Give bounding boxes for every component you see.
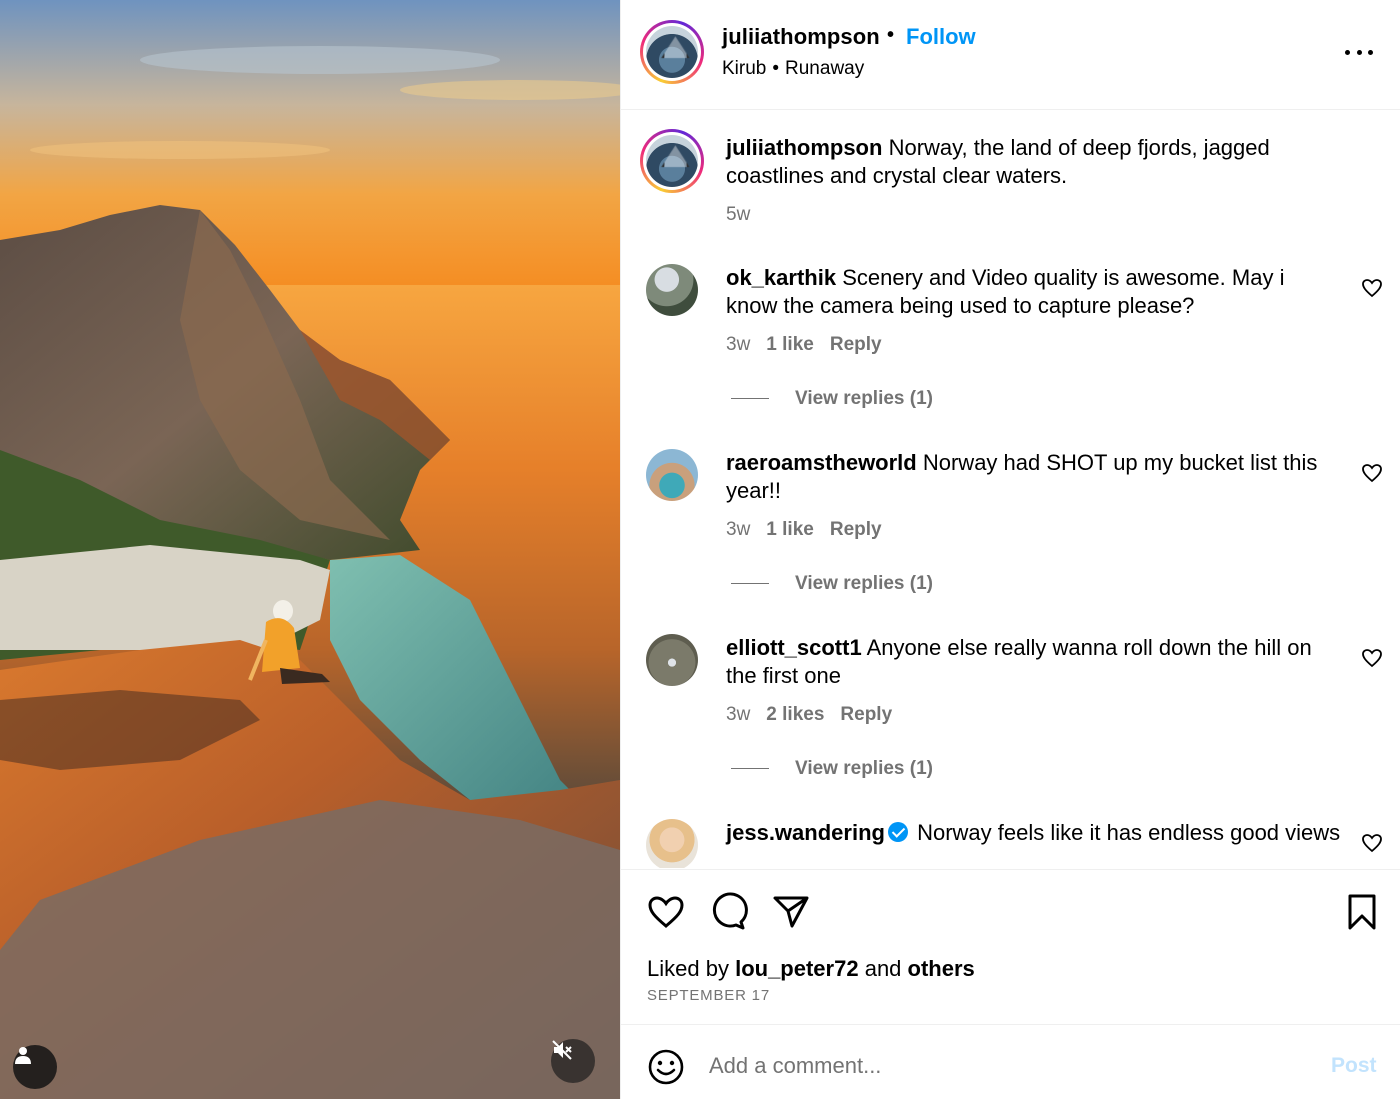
reply-button[interactable]: Reply: [840, 704, 892, 725]
more-icon-dot: [1368, 49, 1373, 55]
audio-track[interactable]: Runaway: [785, 58, 864, 79]
post-actions-bar: Liked by lou_peter72 and others SEPTEMBE…: [621, 869, 1400, 1025]
post-video[interactable]: [0, 0, 620, 1099]
audio-artist[interactable]: Kirub: [722, 58, 766, 79]
reply-button[interactable]: Reply: [830, 334, 882, 355]
owner-username[interactable]: juliiathompson: [722, 24, 880, 50]
comment-text: jess.wandering Norway feels like it has …: [726, 819, 1341, 847]
comment-icon[interactable]: [708, 892, 748, 932]
user-tag-icon: [15, 1047, 31, 1064]
liked-by-prefix: Liked by: [647, 956, 729, 981]
comment-avatar[interactable]: [646, 634, 698, 686]
comment-text: raeroamstheworld Norway had SHOT up my b…: [726, 449, 1341, 505]
like-comment-heart-icon[interactable]: [1360, 276, 1384, 300]
view-replies-button[interactable]: View replies (1): [731, 388, 933, 410]
reply-button[interactable]: Reply: [830, 519, 882, 540]
caption-meta: 5w: [726, 204, 766, 226]
view-replies-label: View replies (1): [795, 573, 933, 594]
tagged-users-button[interactable]: [13, 1045, 57, 1089]
comment-username[interactable]: elliott_scott1: [726, 635, 862, 660]
liked-by-and: and: [864, 956, 902, 981]
comment-text: ok_karthik Scenery and Video quality is …: [726, 264, 1341, 320]
audio-separator: •: [772, 58, 780, 79]
follow-button[interactable]: Follow: [906, 24, 976, 50]
heart-icon[interactable]: [646, 892, 686, 932]
like-comment-heart-icon[interactable]: [1360, 461, 1384, 485]
video-frame-illustration: [0, 0, 620, 1099]
emoji-icon[interactable]: [647, 1048, 685, 1086]
liked-by-summary: Liked by lou_peter72 and others: [647, 956, 975, 982]
view-replies-label: View replies (1): [795, 758, 933, 779]
like-comment-heart-icon[interactable]: [1360, 831, 1384, 855]
post-comment-button[interactable]: Post: [1331, 1054, 1377, 1078]
more-icon: [1345, 49, 1350, 55]
more-icon-dot: [1356, 49, 1362, 55]
comments-list[interactable]: juliiathompson Norway, the land of deep …: [621, 111, 1400, 868]
caption-text: juliiathompson Norway, the land of deep …: [726, 134, 1341, 190]
comment-username[interactable]: raeroamstheworld: [726, 450, 917, 475]
caption-time: 5w: [726, 204, 751, 225]
add-comment-bar: Post: [621, 1026, 1400, 1099]
add-comment-input[interactable]: [709, 1046, 1309, 1086]
header-separator: •: [887, 24, 895, 46]
mute-toggle-button[interactable]: [551, 1039, 595, 1083]
comment-username[interactable]: ok_karthik: [726, 265, 836, 290]
liked-by-others[interactable]: others: [908, 956, 975, 981]
caption-avatar[interactable]: [640, 129, 704, 193]
comment-likes[interactable]: 1 like: [766, 334, 814, 355]
post-side-panel: juliiathompson • Follow Kirub • Runaway ju…: [620, 0, 1400, 1099]
comment-meta: 3w 2 likes Reply: [726, 704, 908, 726]
comment-username[interactable]: jess.wandering: [726, 820, 885, 845]
replies-divider: [731, 583, 769, 585]
verified-badge-icon: [887, 822, 908, 842]
like-comment-heart-icon[interactable]: [1360, 646, 1384, 670]
post-header: juliiathompson • Follow Kirub • Runaway: [621, 0, 1400, 110]
view-replies-label: View replies (1): [795, 388, 933, 409]
view-replies-button[interactable]: View replies (1): [731, 758, 933, 780]
bookmark-icon[interactable]: [1342, 892, 1382, 932]
replies-divider: [731, 768, 769, 770]
liked-by-user[interactable]: lou_peter72: [735, 956, 859, 981]
owner-avatar[interactable]: [640, 20, 704, 84]
comment-text: elliott_scott1 Anyone else really wanna …: [726, 634, 1341, 690]
audio-attribution: Kirub • Runaway: [722, 58, 864, 80]
caption-username[interactable]: juliiathompson: [726, 135, 882, 160]
comment-time: 3w: [726, 704, 751, 725]
view-replies-button[interactable]: View replies (1): [731, 573, 933, 595]
replies-divider: [731, 398, 769, 400]
comment-time: 3w: [726, 334, 751, 355]
comment-avatar[interactable]: [646, 449, 698, 501]
comment-avatar[interactable]: [646, 819, 698, 868]
comment-meta: 3w 1 like Reply: [726, 519, 898, 541]
share-icon[interactable]: [771, 892, 811, 932]
comment-meta: 3w 1 like Reply: [726, 334, 898, 356]
more-options-button[interactable]: [1341, 38, 1377, 66]
comment-likes[interactable]: 1 like: [766, 519, 814, 540]
mute-icon: [552, 1040, 572, 1060]
comment-likes[interactable]: 2 likes: [766, 704, 824, 725]
comment-avatar[interactable]: [646, 264, 698, 316]
comment-body: Norway feels like it has endless good vi…: [917, 820, 1341, 845]
comment-time: 3w: [726, 519, 751, 540]
post-date: SEPTEMBER 17: [647, 987, 770, 1004]
